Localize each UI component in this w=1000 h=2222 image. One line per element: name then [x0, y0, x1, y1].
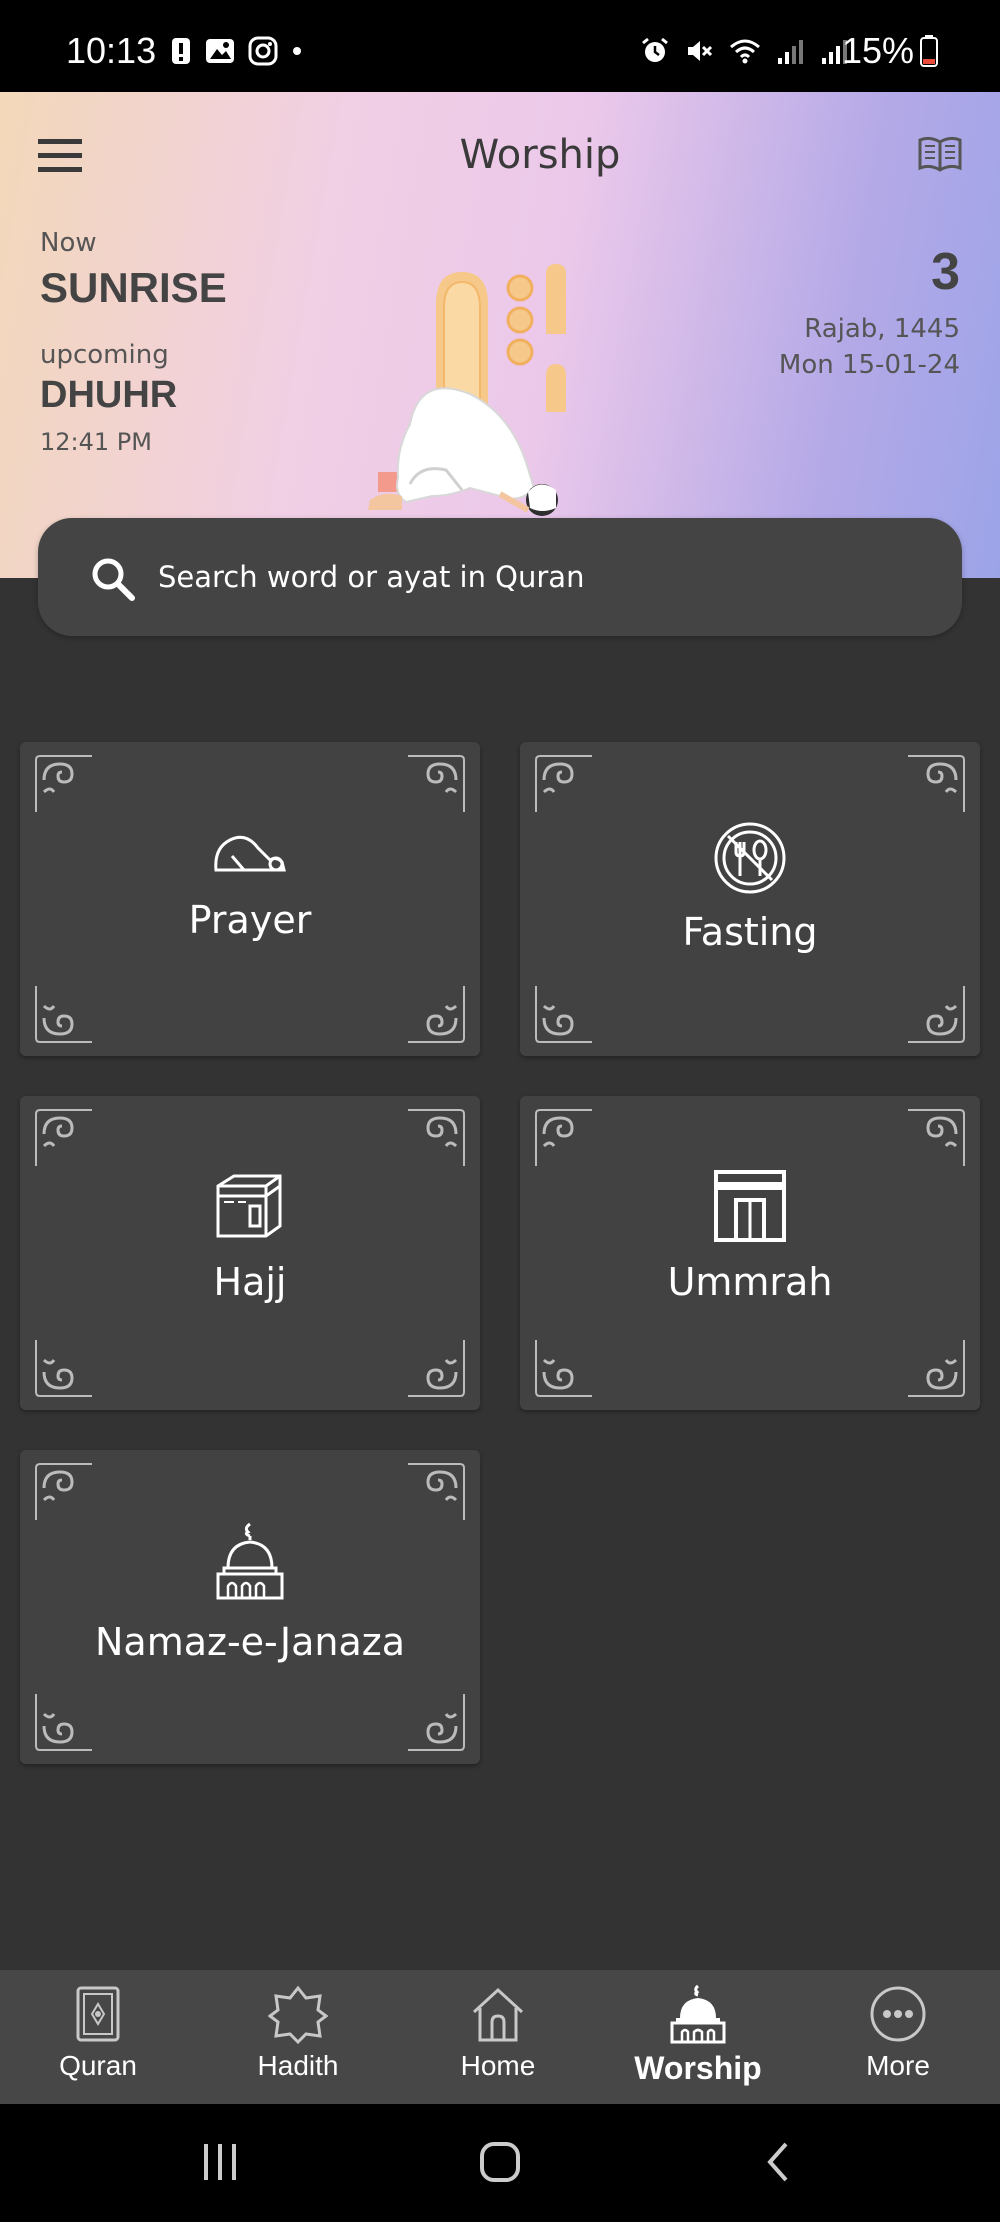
ornament-icon: [535, 1340, 592, 1397]
system-navigation: [0, 2104, 1000, 2222]
home-button-icon[interactable]: [478, 2140, 522, 2184]
nav-label: Home: [460, 2050, 536, 2081]
instagram-icon: [248, 36, 278, 66]
nav-quran[interactable]: Quran: [8, 1984, 188, 2082]
more-icon: [870, 1986, 926, 2042]
namaz-e-janaza-card[interactable]: Namaz-e-Janaza: [20, 1450, 480, 1764]
signal-icon: [778, 40, 803, 64]
ornament-icon: [908, 1340, 965, 1397]
nav-more[interactable]: More: [808, 1984, 988, 2082]
ornament-icon: [535, 755, 592, 812]
search-icon: [92, 558, 135, 601]
upcoming-prayer-time: 12:41 PM: [40, 428, 152, 456]
ornament-icon: [35, 1694, 92, 1751]
mosque-icon: [216, 1522, 284, 1600]
card-label: Hajj: [213, 1260, 287, 1304]
ornament-icon: [35, 755, 92, 812]
battery-percent: 15%: [841, 30, 914, 71]
hijri-date: Rajab, 1445: [804, 314, 960, 344]
mute-icon: [688, 41, 713, 61]
nav-label: Hadith: [257, 2050, 339, 2081]
no-food-icon: [714, 822, 786, 894]
ummrah-card[interactable]: Ummrah: [520, 1096, 980, 1410]
current-prayer: SUNRISE: [40, 264, 227, 311]
star-octagon-icon: [268, 1985, 328, 2044]
ornament-icon: [35, 1109, 92, 1166]
bottom-navigation: Quran Hadith Home Worship More: [0, 1970, 1000, 2104]
ornament-icon: [408, 1340, 465, 1397]
prayer-header: Worship Now SUNRISE upcoming DHUHR 12:41…: [0, 92, 1000, 578]
nav-worship[interactable]: Worship: [608, 1984, 788, 2087]
gregorian-date: Mon 15-01-24: [778, 350, 960, 380]
hajj-card[interactable]: Hajj: [20, 1096, 480, 1410]
ornament-icon: [408, 1109, 465, 1166]
nav-hadith[interactable]: Hadith: [208, 1984, 388, 2082]
ornament-icon: [908, 986, 965, 1043]
search-input[interactable]: [156, 554, 920, 600]
upcoming-prayer: DHUHR: [40, 374, 178, 416]
upcoming-label: upcoming: [40, 340, 169, 370]
alarm-icon: [642, 37, 668, 62]
wifi-icon: [730, 39, 760, 64]
dot-icon: [293, 47, 301, 55]
battery-icon: [920, 35, 938, 67]
gallery-icon: [206, 39, 234, 63]
nav-label: Worship: [634, 2050, 762, 2086]
book-icon[interactable]: [916, 134, 964, 174]
back-icon[interactable]: [762, 2140, 792, 2184]
nav-home[interactable]: Home: [408, 1984, 588, 2082]
ornament-icon: [408, 1463, 465, 1520]
ornament-icon: [35, 986, 92, 1043]
home-icon: [472, 1987, 524, 2042]
ornament-icon: [535, 986, 592, 1043]
nav-label: More: [866, 2050, 930, 2081]
prayer-card[interactable]: Prayer: [20, 742, 480, 1056]
card-label: Ummrah: [667, 1260, 833, 1304]
card-label: Fasting: [682, 910, 818, 954]
kaaba-icon: [216, 1174, 282, 1238]
hijri-day: 3: [931, 243, 960, 301]
ornament-icon: [35, 1463, 92, 1520]
recent-apps-icon[interactable]: [200, 2140, 240, 2184]
ornament-icon: [908, 1109, 965, 1166]
now-label: Now: [40, 228, 97, 258]
ornament-icon: [408, 755, 465, 812]
prostration-icon: [214, 835, 286, 872]
kaaba-door-icon: [714, 1170, 786, 1242]
search-bar[interactable]: [38, 518, 962, 636]
page-title: Worship: [459, 132, 621, 178]
prostration-illustration: [350, 264, 596, 522]
ornament-icon: [535, 1109, 592, 1166]
ornament-icon: [408, 1694, 465, 1751]
ornament-icon: [408, 986, 465, 1043]
status-time: 10:13: [66, 30, 157, 71]
ornament-icon: [908, 755, 965, 812]
quran-icon: [76, 1986, 120, 2042]
mosque-icon: [670, 1984, 726, 2044]
card-label: Namaz-e-Janaza: [95, 1620, 405, 1664]
fasting-card[interactable]: Fasting: [520, 742, 980, 1056]
alert-icon: [172, 38, 190, 64]
ornament-icon: [35, 1340, 92, 1397]
status-bar: 10:13 15%: [0, 0, 1000, 92]
nav-label: Quran: [59, 2050, 137, 2081]
card-label: Prayer: [188, 898, 312, 942]
